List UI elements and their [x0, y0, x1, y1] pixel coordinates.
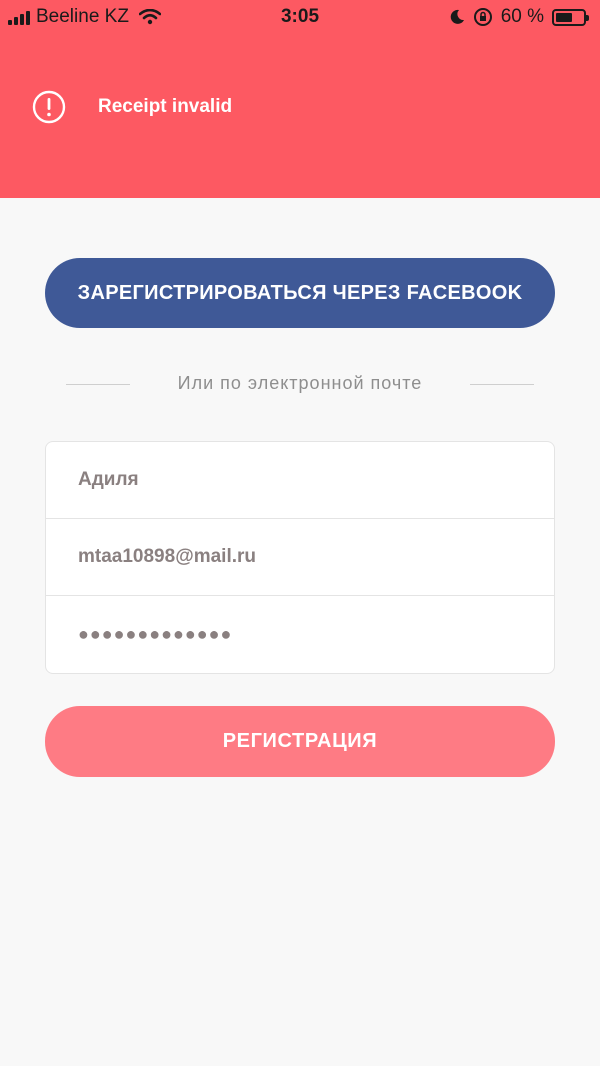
register-button[interactable]: РЕГИСТРАЦИЯ — [45, 706, 555, 777]
battery-percent: 60 % — [500, 6, 544, 27]
alert-message: Receipt invalid — [98, 96, 233, 117]
divider-text: Или по электронной почте — [177, 373, 423, 393]
email-field[interactable]: mtaa10898@mail.ru — [46, 519, 554, 596]
battery-fill — [556, 12, 572, 22]
divider: Или по электронной почте — [66, 372, 534, 396]
name-field[interactable]: Адиля — [46, 442, 554, 519]
error-banner: Beeline KZ 3:05 60 % Receipt invalid — [0, 0, 600, 198]
facebook-signup-button[interactable]: ЗАРЕГИСТРИРОВАТЬСЯ ЧЕРЕЗ FACEBOOK — [45, 258, 555, 328]
alert-circle-icon — [32, 90, 66, 124]
battery-icon — [552, 8, 589, 26]
divider-line-right — [470, 384, 534, 385]
signup-form: Адиля mtaa10898@mail.ru ●●●●●●●●●●●●● — [45, 441, 555, 674]
moon-icon — [450, 9, 464, 24]
status-bar: Beeline KZ 3:05 60 % — [0, 0, 600, 34]
orientation-lock-icon — [473, 8, 492, 26]
password-field[interactable]: ●●●●●●●●●●●●● — [46, 596, 554, 673]
